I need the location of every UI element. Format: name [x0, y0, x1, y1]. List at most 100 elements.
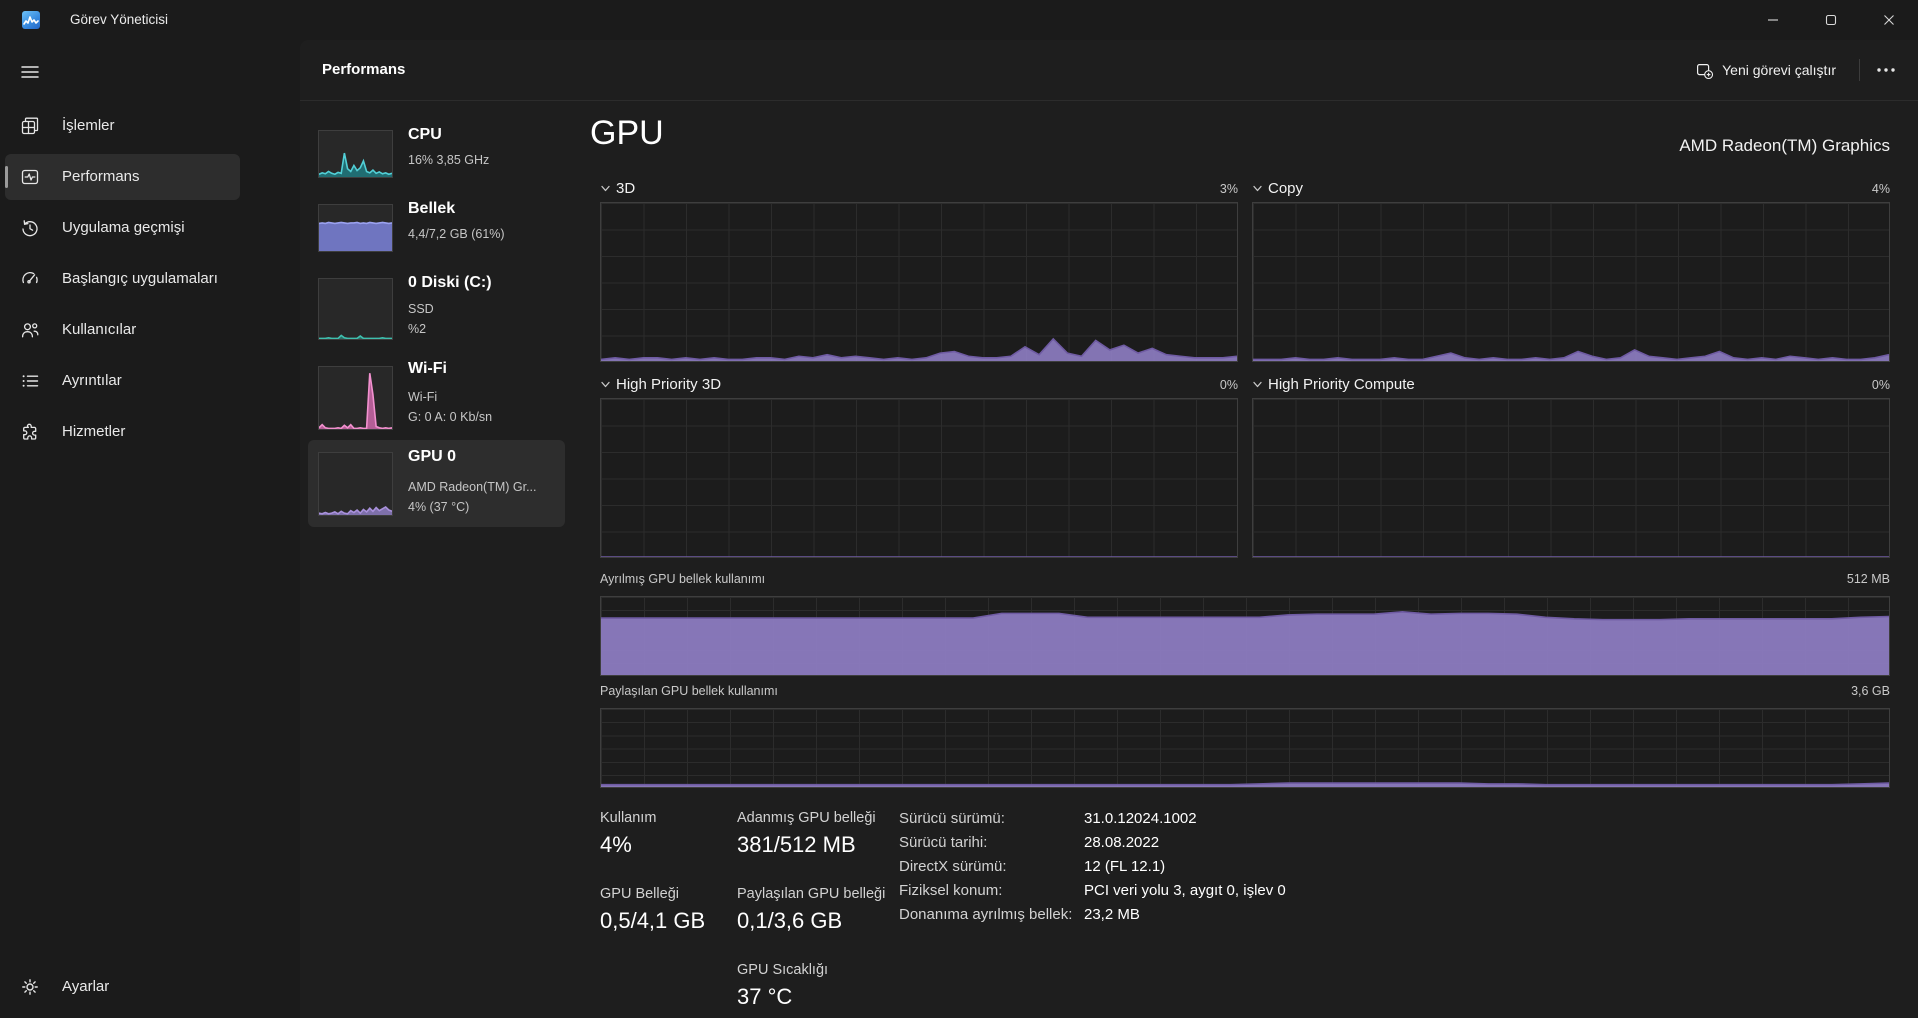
run-new-task-button[interactable]: Yeni görevi çalıştır — [1688, 54, 1844, 86]
disk-mini-chart — [318, 278, 393, 340]
perf-item-subline: 4% (37 °C) — [408, 500, 470, 514]
sidebar-item-label: Başlangıç uygulamaları — [62, 270, 218, 287]
perf-item-title: 0 Diski (C:) — [408, 274, 492, 291]
sidebar-item-islemler[interactable]: İşlemler — [5, 103, 240, 149]
close-icon — [1884, 15, 1894, 25]
memory-usage-chart-2[interactable] — [600, 708, 1890, 788]
engine-utilization-chart-4[interactable] — [1252, 398, 1890, 558]
driver-info-value: 12 (FL 12.1) — [1084, 858, 1166, 875]
sidebar-item-baslangic-uygulamalari[interactable]: Başlangıç uygulamaları — [5, 256, 240, 302]
details-icon — [20, 371, 40, 391]
driver-info-label: Donanıma ayrılmış bellek: — [899, 906, 1073, 923]
driver-info-value: 23,2 MB — [1084, 906, 1140, 923]
sidebar-item-label: Performans — [62, 168, 140, 185]
panel-header: Performans Yeni görevi çalıştır — [300, 40, 1918, 101]
users-icon — [20, 320, 40, 340]
gear-icon — [20, 977, 40, 997]
maximize-button[interactable] — [1802, 0, 1860, 40]
stat-value: 0,5/4,1 GB — [600, 908, 706, 933]
stat-label: GPU Belleği — [600, 886, 679, 902]
driver-info-label: Sürücü tarihi: — [899, 834, 988, 851]
perf-item-title: CPU — [408, 126, 442, 143]
hamburger-icon — [21, 66, 39, 78]
memory-chart-scale: 512 MB — [1846, 572, 1890, 586]
sidebar-item-ayarlar[interactable]: Ayarlar — [5, 964, 240, 1010]
perf-item-title: Bellek — [408, 200, 456, 217]
run-new-task-label: Yeni görevi çalıştır — [1722, 62, 1836, 78]
perf-list-item-gpu[interactable]: GPU 0 AMD Radeon(TM) Gr... 4% (37 °C) — [308, 440, 565, 527]
engine-utilization-chart-2[interactable] — [1252, 202, 1890, 362]
new-task-icon — [1697, 63, 1714, 79]
cpu-mini-chart — [318, 130, 393, 178]
driver-info-value: PCI veri yolu 3, aygıt 0, işlev 0 — [1084, 882, 1286, 899]
performance-icon — [20, 167, 40, 187]
perf-list-item-disk[interactable]: 0 Diski (C:) SSD %2 — [308, 272, 565, 348]
perf-item-subline: AMD Radeon(TM) Gr... — [408, 480, 537, 494]
driver-info-label: Fiziksel konum: — [899, 882, 1003, 899]
selected-accent-bar — [5, 166, 8, 188]
stat-value: 0,1/3,6 GB — [737, 908, 843, 933]
perf-item-subline: 16% 3,85 GHz — [408, 153, 490, 167]
sidebar-item-label: İşlemler — [62, 117, 115, 134]
sidebar-item-label: Uygulama geçmişi — [62, 219, 185, 236]
engine-utilization-value: 0% — [1871, 378, 1890, 392]
gpu-device-name: AMD Radeon(TM) Graphics — [1679, 136, 1890, 155]
stat-value: 381/512 MB — [737, 832, 856, 857]
perf-item-subline: %2 — [408, 322, 427, 336]
memory-chart-scale: 3,6 GB — [1851, 684, 1890, 698]
title-bar[interactable]: Görev Yöneticisi — [0, 0, 1918, 40]
engine-utilization-value: 4% — [1871, 182, 1890, 196]
perf-list-item-bellek[interactable]: Bellek 4,4/7,2 GB (61%) — [308, 198, 565, 262]
perf-item-title: GPU 0 — [408, 448, 457, 465]
sidebar-item-label: Kullanıcılar — [62, 321, 137, 338]
engine-utilization-chart-3[interactable] — [600, 398, 1238, 558]
perf-item-subline: SSD — [408, 302, 434, 316]
perf-list-item-wifi[interactable]: Wi-Fi Wi-Fi G: 0 A: 0 Kb/sn — [308, 358, 565, 434]
performance-panel: Performans Yeni görevi çalıştır CPU 16% 3… — [300, 40, 1918, 1018]
engine-utilization-value: 3% — [1219, 182, 1238, 196]
stat-label: GPU Sıcaklığı — [737, 962, 829, 978]
engine-utilization-chart-1[interactable] — [600, 202, 1238, 362]
more-options-icon — [1877, 68, 1895, 72]
sidebar-item-hizmetler[interactable]: Hizmetler — [5, 409, 240, 455]
stat-label: Adanmış GPU belleği — [737, 810, 876, 826]
stat-label: Paylaşılan GPU belleği — [737, 886, 886, 902]
perf-list-item-cpu[interactable]: CPU 16% 3,85 GHz — [308, 124, 565, 188]
perf-item-subline: 4,4/7,2 GB (61%) — [408, 227, 505, 241]
perf-item-subline: G: 0 A: 0 Kb/sn — [408, 410, 493, 424]
window-title: Görev Yöneticisi — [70, 12, 169, 27]
minimize-button[interactable] — [1744, 0, 1802, 40]
driver-info-value: 31.0.12024.1002 — [1084, 810, 1197, 827]
maximize-icon — [1825, 14, 1837, 26]
bellek-mini-chart — [318, 204, 393, 252]
sidebar: İşlemler Performans Uygulama geçmişi Başlan… — [0, 40, 300, 1018]
header-separator — [1859, 59, 1860, 81]
driver-info-value: 28.08.2022 — [1084, 834, 1160, 851]
stat-label: Kullanım — [600, 810, 657, 826]
gpu-section-title: GPU — [590, 114, 664, 152]
driver-info-label: DirectX sürümü: — [899, 858, 1007, 875]
app-icon — [22, 11, 40, 29]
processes-icon — [20, 116, 40, 136]
driver-info-label: Sürücü sürümü: — [899, 810, 1005, 827]
minimize-icon — [1768, 19, 1778, 21]
close-button[interactable] — [1860, 0, 1918, 40]
navigation-menu-button[interactable] — [12, 54, 48, 90]
task-manager-window: { "window": { "title": "Görev Yöneticisi… — [0, 0, 1918, 1018]
stat-value: 37 °C — [737, 984, 793, 1009]
sidebar-item-label: Ayarlar — [62, 978, 110, 995]
sidebar-item-kullanicilar[interactable]: Kullanıcılar — [5, 307, 240, 353]
services-icon — [20, 422, 40, 442]
page-title: Performans — [322, 61, 406, 78]
startup-icon — [20, 269, 40, 289]
sidebar-item-label: Hizmetler — [62, 423, 126, 440]
history-icon — [20, 218, 40, 238]
gpu-mini-chart — [318, 452, 393, 516]
stat-value: 4% — [600, 832, 632, 857]
sidebar-item-performans[interactable]: Performans — [5, 154, 240, 200]
sidebar-item-uygulama-gecmisi[interactable]: Uygulama geçmişi — [5, 205, 240, 251]
sidebar-item-label: Ayrıntılar — [62, 372, 122, 389]
sidebar-item-ayrintilar[interactable]: Ayrıntılar — [5, 358, 240, 404]
memory-usage-chart-1[interactable] — [600, 596, 1890, 676]
more-options-button[interactable] — [1866, 54, 1906, 86]
